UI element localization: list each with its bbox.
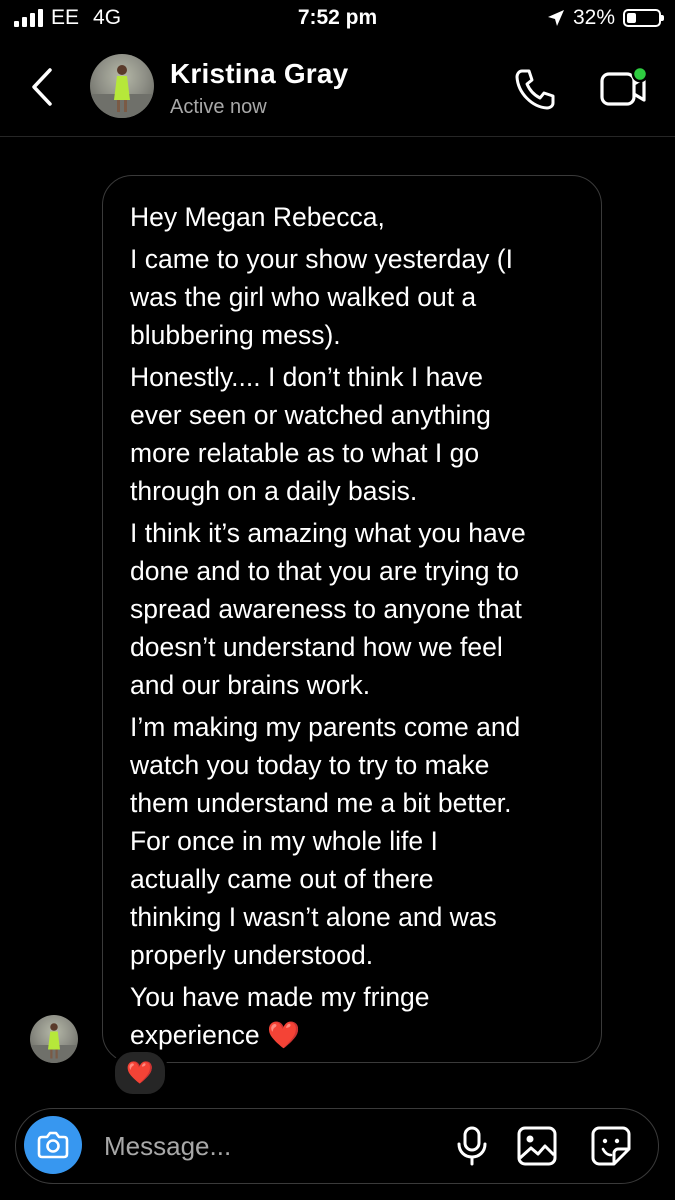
- heart-icon: ❤️: [126, 1060, 154, 1085]
- message-paragraph: Hey Megan Rebecca,: [130, 202, 385, 232]
- phone-icon[interactable]: [512, 66, 558, 112]
- sender-avatar[interactable]: [30, 1015, 78, 1063]
- message-paragraph: I came to your show yesterday (I was the…: [130, 244, 513, 350]
- status-bar: EE 4G 7:52 pm 32%: [0, 0, 675, 40]
- microphone-icon[interactable]: [454, 1125, 490, 1167]
- message-paragraph: You have made my fringe experience ❤️: [130, 982, 430, 1050]
- message-paragraph: Honestly.... I don’t think I have ever s…: [130, 362, 491, 506]
- gallery-icon[interactable]: [516, 1125, 558, 1167]
- avatar-image: [90, 65, 154, 118]
- battery-icon: [623, 9, 664, 27]
- chat-header: Kristina Gray Active now: [0, 40, 675, 137]
- camera-button[interactable]: [24, 1116, 82, 1174]
- status-right: 32%: [547, 6, 664, 30]
- heart-reaction[interactable]: ❤️: [112, 1049, 168, 1097]
- camera-icon: [37, 1131, 69, 1159]
- sender-avatar-image: [30, 1023, 78, 1063]
- contact-name[interactable]: Kristina Gray: [170, 58, 348, 90]
- back-chevron-icon[interactable]: [24, 62, 64, 112]
- message-paragraph: I think it’s amazing what you have done …: [130, 518, 526, 700]
- sticker-icon[interactable]: [590, 1125, 632, 1167]
- video-call-icon[interactable]: [598, 64, 650, 112]
- message-paragraph: I’m making my parents come and watch you…: [130, 712, 521, 970]
- message-composer: [15, 1108, 659, 1184]
- avatar[interactable]: [90, 54, 154, 118]
- message-bubble[interactable]: Hey Megan Rebecca, I came to your show y…: [102, 175, 602, 1063]
- message-input[interactable]: [102, 1123, 436, 1169]
- location-arrow-icon: [547, 10, 564, 26]
- battery-percent: 32%: [572, 6, 615, 29]
- active-status: Active now: [170, 96, 267, 118]
